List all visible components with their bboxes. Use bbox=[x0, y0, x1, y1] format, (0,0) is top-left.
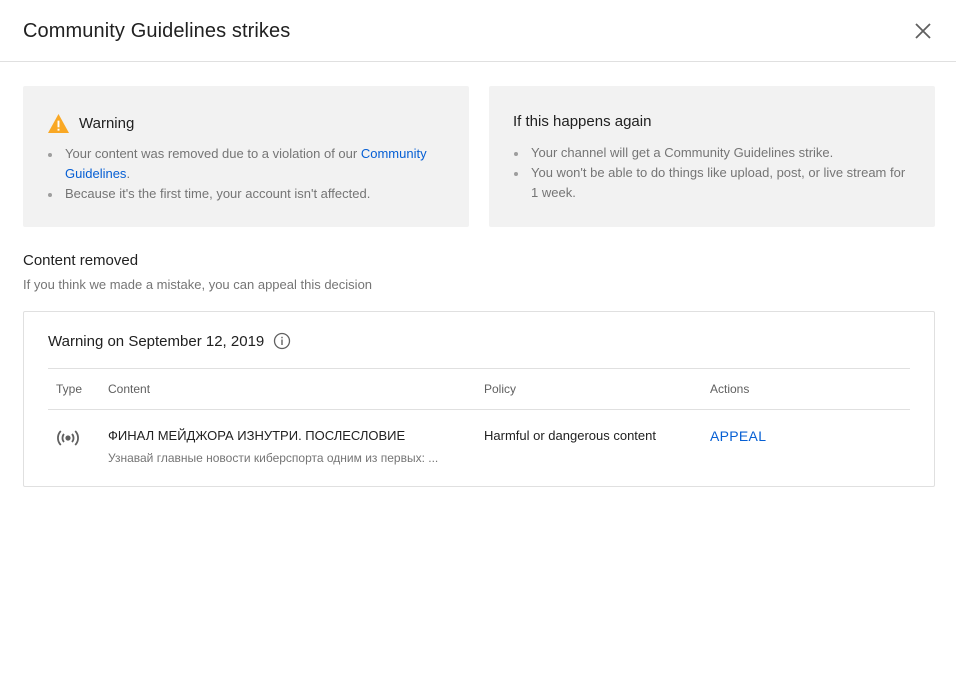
video-description: Узнавай главные новости киберспорта одни… bbox=[108, 451, 439, 465]
content-removed-title: Content removed bbox=[23, 252, 139, 269]
again-bullet: Your channel will get a Community Guidel… bbox=[513, 143, 915, 163]
warning-bullet-text: Your content was removed due to a violat… bbox=[65, 146, 361, 161]
column-header-type: Type bbox=[56, 382, 83, 396]
warning-bullet: Because it's the first time, your accoun… bbox=[47, 184, 449, 204]
warning-card-header: Warning bbox=[47, 113, 134, 134]
video-title: ФИНАЛ МЕЙДЖОРА ИЗНУТРИ. ПОСЛЕСЛОВИЕ bbox=[108, 428, 406, 443]
again-bullets: Your channel will get a Community Guidel… bbox=[513, 143, 915, 203]
close-icon[interactable] bbox=[915, 23, 931, 39]
warning-card: Warning Your content was removed due to … bbox=[23, 86, 469, 227]
again-card-header: If this happens again bbox=[513, 113, 651, 130]
dialog-header: Community Guidelines strikes bbox=[0, 0, 956, 62]
warning-card-title: Warning bbox=[79, 115, 135, 132]
dialog-title: Community Guidelines strikes bbox=[23, 20, 291, 42]
warning-triangle-icon bbox=[48, 113, 69, 134]
live-stream-icon bbox=[57, 430, 79, 446]
column-header-actions: Actions bbox=[710, 382, 750, 396]
warning-bullet: Your content was removed due to a violat… bbox=[47, 144, 449, 184]
table-row: ФИНАЛ МЕЙДЖОРА ИЗНУТРИ. ПОСЛЕСЛОВИЕ Узна… bbox=[48, 410, 910, 484]
warning-bullets: Your content was removed due to a violat… bbox=[47, 144, 449, 204]
appeal-button[interactable]: APPEAL bbox=[710, 428, 766, 444]
content-removed-subtitle: If you think we made a mistake, you can … bbox=[23, 277, 373, 292]
policy-text: Harmful or dangerous content bbox=[484, 428, 656, 443]
table-header: Type Content Policy Actions bbox=[48, 368, 910, 410]
info-icon[interactable] bbox=[273, 332, 291, 350]
close-button[interactable] bbox=[910, 18, 936, 44]
strikes-dialog: Community Guidelines strikes Warning You… bbox=[0, 0, 956, 694]
warning-bullet-end: . bbox=[126, 166, 131, 181]
if-happens-again-card: If this happens again Your channel will … bbox=[489, 86, 935, 227]
strike-title: Warning on September 12, 2019 bbox=[48, 332, 265, 350]
column-header-content: Content bbox=[108, 382, 151, 396]
strike-table: Type Content Policy Actions ФИНАЛ МЕЙДЖО… bbox=[48, 368, 910, 484]
strike-header: Warning on September 12, 2019 bbox=[48, 332, 291, 350]
strike-panel: Warning on September 12, 2019 Type Conte… bbox=[23, 311, 935, 487]
again-bullet: You won't be able to do things like uplo… bbox=[513, 163, 915, 203]
column-header-policy: Policy bbox=[484, 382, 517, 396]
again-card-title: If this happens again bbox=[513, 113, 652, 130]
